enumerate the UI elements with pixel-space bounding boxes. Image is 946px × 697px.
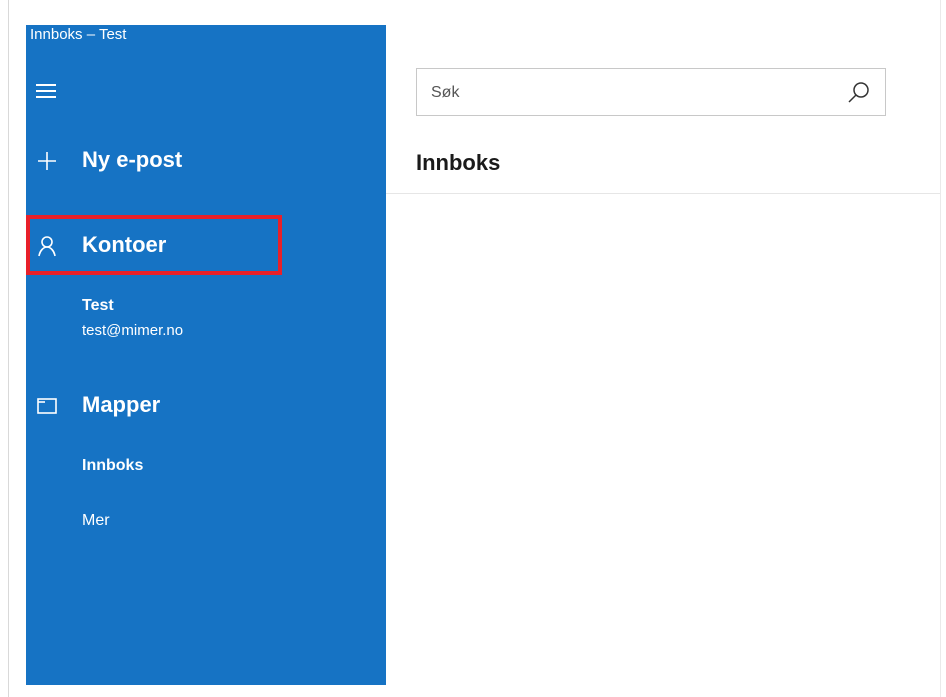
folders-button[interactable]: Mapper [26,388,386,428]
divider [386,193,940,194]
person-icon [38,236,56,257]
window-border [8,0,9,697]
search-input[interactable] [429,79,833,107]
plus-icon [38,152,56,170]
window-border-right [940,0,941,697]
folder-item-inbox[interactable]: Innboks [26,455,386,485]
folder-icon [37,398,57,414]
accounts-label: Kontoer [82,232,167,257]
folder-label: Mer [82,512,110,529]
search-icon[interactable] [847,80,871,104]
account-name: Test [82,297,114,314]
hamburger-icon[interactable] [36,84,58,100]
folder-item-more[interactable]: Mer [26,510,386,540]
folder-label: Innboks [82,457,144,474]
account-email: test@mimer.no [82,322,184,339]
window-title: Innboks – Test [30,26,127,43]
navigation-pane [26,25,386,685]
accounts-button[interactable]: Kontoer [26,228,386,268]
folders-label: Mapper [82,392,161,417]
new-mail-button[interactable]: Ny e-post [26,143,386,183]
message-list-title: Innboks [416,150,501,175]
app-window: Innboks – Test Ny e-post Kontoer Test te… [0,0,946,697]
new-mail-label: Ny e-post [82,147,183,172]
search-box [416,68,886,116]
account-item[interactable]: Test test@mimer.no [26,297,386,347]
